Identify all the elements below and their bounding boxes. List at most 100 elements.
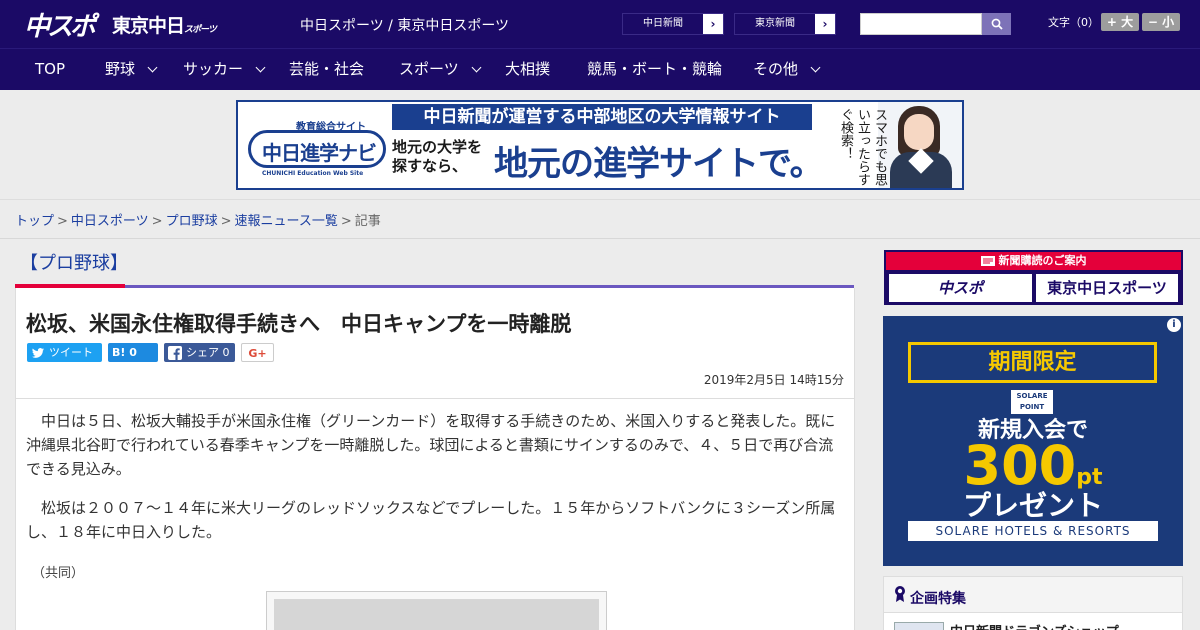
nav-item-keiba[interactable]: 競馬・ボート・競輪	[587, 49, 722, 90]
banner-main-text: 地元の進学サイトで。	[494, 144, 824, 184]
site-names: 中日スポーツ / 東京中日スポーツ	[300, 18, 510, 34]
font-size-up-button[interactable]: + 大	[1101, 13, 1139, 31]
facebook-count: 0	[222, 346, 230, 359]
breadcrumb-top[interactable]: トップ	[15, 214, 54, 229]
nav-item-sumo[interactable]: 大相撲	[505, 49, 550, 90]
chunichi-shimbun-label: 中日新聞	[623, 14, 703, 34]
ad-present-text: プレゼント	[962, 489, 1103, 522]
article-title: 松坂、米国永住権取得手続きへ 中日キャンプを一時離脱	[26, 312, 572, 336]
chevron-right-icon: ›	[710, 17, 716, 31]
divider	[0, 238, 1200, 239]
article-body: 中日は５日、松坂大輔投手が米国永住権（グリーンカード）を取得する手続きのため、米…	[15, 399, 855, 630]
nav-item-entertainment[interactable]: 芸能・社会	[289, 49, 364, 90]
solare-brand-logo: SOLARE HOTELS & RESORTS	[908, 521, 1158, 541]
banner-sub-line2: 探すなら、	[392, 157, 468, 175]
subscription-heading: 新聞購読のご案内	[886, 252, 1181, 270]
nav-item-baseball[interactable]: 野球	[105, 49, 158, 90]
solare-ad[interactable]: i 期間限定 SOLARE POINT 新規入会で 300pt プレゼント SO…	[883, 316, 1183, 566]
banner-sub-text: 地元の大学を 探すなら、	[392, 138, 482, 176]
article-paragraph: 中日は５日、松坂大輔投手が米国永住権（グリーンカード）を取得する手続きのため、米…	[26, 412, 836, 478]
google-plus-icon: G+	[248, 347, 267, 360]
ad-info-icon[interactable]: i	[1167, 318, 1181, 332]
breadcrumb-separator: >	[220, 214, 232, 229]
tokyo-logo-small: スポーツ	[184, 25, 217, 35]
ad-limited-label: 期間限定	[908, 342, 1157, 383]
search-input[interactable]	[861, 16, 981, 36]
dragons-shop-link[interactable]: 中日新聞ドラゴンズショップ	[950, 621, 1119, 630]
dragons-shop-thumbnail[interactable]	[894, 622, 944, 630]
hatena-count: 0	[129, 346, 137, 359]
font-size-down-button[interactable]: − 小	[1142, 13, 1180, 31]
banner-vertical-text: スマホでも思い立ったらすぐ検索！	[838, 108, 887, 186]
search-button[interactable]	[982, 13, 1011, 35]
tokyo-chunichi-logo[interactable]: 東京中日スポーツ	[112, 11, 217, 38]
nav-item-sports[interactable]: スポーツ	[399, 49, 482, 90]
shingaku-navi-banner[interactable]: 教育総合サイト 中日進学ナビ CHUNICHI Education Web Si…	[236, 100, 964, 190]
article-credit: （共同）	[32, 566, 85, 581]
nav-label: 競馬・ボート・競輪	[587, 60, 723, 78]
breadcrumb-separator: >	[57, 214, 68, 229]
article-paragraph: 松坂は２００７～１４年に米大リーグのレッドソックスなどでプレーした。１５年からソ…	[26, 499, 836, 541]
article-photo[interactable]	[266, 591, 607, 630]
nav-label: スポーツ	[399, 60, 459, 78]
hatena-bookmark-button[interactable]: B! 0	[108, 343, 158, 362]
search-field[interactable]	[860, 13, 982, 36]
breadcrumb: トップ > 中日スポーツ > プロ野球 > 速報ニュース一覧 > 記事	[15, 210, 381, 229]
chevron-down-icon	[471, 62, 482, 73]
nav-label: サッカー	[183, 60, 244, 78]
font-size-label: 文字（0）	[1048, 16, 1099, 29]
article-date: 2019年2月5日 14時15分	[703, 373, 844, 387]
banner-logo-name: 中日進学ナビ	[262, 141, 377, 165]
breadcrumb-chunichi-sports[interactable]: 中日スポーツ	[71, 214, 149, 229]
nav-item-other[interactable]: その他	[753, 49, 821, 90]
solare-point-badge: SOLARE POINT	[1011, 390, 1053, 414]
breadcrumb-separator: >	[151, 214, 163, 229]
nav-label: TOP	[35, 60, 66, 78]
feature-heading: 企画特集	[884, 577, 1182, 613]
chevron-down-icon	[810, 62, 821, 73]
hatena-icon: B!	[112, 346, 126, 359]
shingaku-navi-logo: 教育総合サイト 中日進学ナビ CHUNICHI Education Web Si…	[242, 108, 386, 182]
chevron-down-icon	[147, 62, 158, 73]
newspaper-icon	[980, 256, 995, 266]
google-plus-button[interactable]: G+	[241, 343, 274, 362]
main-nav: TOP 野球 サッカー 芸能・社会 スポーツ 大相撲 競馬・ボート・競輪 その他	[0, 48, 1200, 90]
banner-logo-en: CHUNICHI Education Web Site	[262, 170, 364, 177]
tweet-label: ツイート	[49, 346, 93, 359]
chuspo-logo[interactable]: 中スポ	[24, 6, 96, 43]
photo-placeholder	[274, 599, 599, 630]
banner-sub-line1: 地元の大学を	[392, 138, 483, 156]
nav-label: 大相撲	[505, 60, 551, 78]
tweet-button[interactable]: ツイート	[27, 343, 102, 362]
banner-area: 教育総合サイト 中日進学ナビ CHUNICHI Education Web Si…	[0, 90, 1200, 200]
nav-item-top[interactable]: TOP	[35, 49, 65, 90]
breadcrumb-news-list[interactable]: 速報ニュース一覧	[235, 214, 338, 229]
nav-label: 芸能・社会	[289, 60, 365, 78]
feature-box: 企画特集 中日新聞ドラゴンズショップ	[883, 576, 1183, 630]
tokyo-shimbun-label: 東京新聞	[735, 14, 815, 34]
site-header: 中スポ 東京中日スポーツ 中日スポーツ / 東京中日スポーツ 中日新聞 › 東京…	[0, 0, 1200, 48]
chevron-right-icon: ›	[822, 17, 828, 31]
nav-item-soccer[interactable]: サッカー	[183, 49, 266, 90]
breadcrumb-pro-baseball[interactable]: プロ野球	[166, 214, 218, 229]
article-header: 松坂、米国永住権取得手続きへ 中日キャンプを一時離脱 ツイート B! 0 シェア…	[15, 288, 855, 399]
twitter-icon	[32, 348, 45, 358]
facebook-share-button[interactable]: シェア 0	[164, 343, 235, 362]
tokyo-shimbun-link[interactable]: 東京新聞 ›	[734, 13, 836, 35]
subscribe-chuspo-button[interactable]: 中スポ	[889, 274, 1032, 302]
nav-label: 野球	[105, 60, 136, 78]
breadcrumb-separator: >	[340, 214, 352, 229]
ribbon-icon	[895, 586, 905, 602]
banner-top-text: 中日新聞が運営する中部地区の大学情報サイト	[392, 104, 812, 130]
subscribe-tokyo-chunichi-button[interactable]: 東京中日スポーツ	[1036, 274, 1178, 302]
facebook-icon	[168, 346, 182, 360]
category-label: 【プロ野球】	[20, 253, 128, 274]
tokyo-logo-main: 東京中日	[112, 15, 185, 37]
subscription-heading-text: 新聞購読のご案内	[998, 254, 1087, 267]
chunichi-shimbun-link[interactable]: 中日新聞 ›	[622, 13, 724, 35]
nav-label: その他	[753, 60, 799, 78]
breadcrumb-current: 記事	[354, 214, 381, 229]
banner-model-image	[878, 102, 962, 188]
chevron-down-icon	[255, 62, 266, 73]
facebook-share-label: シェア	[186, 346, 219, 359]
